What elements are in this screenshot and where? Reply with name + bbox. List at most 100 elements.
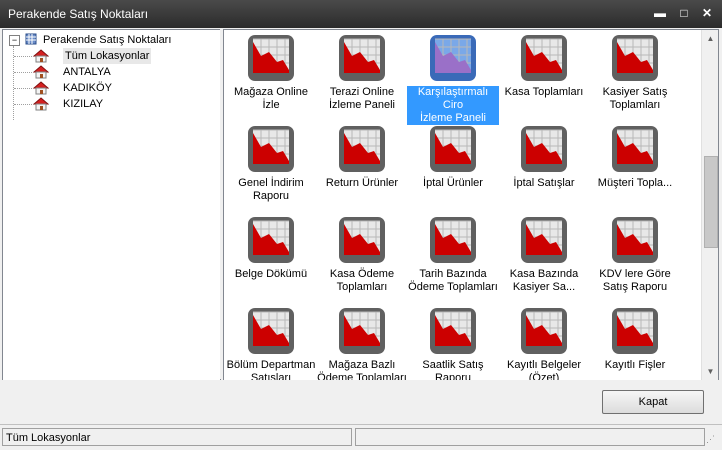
report-tile[interactable]: Kasiyer Satış Toplamları [589, 32, 681, 120]
report-chart-icon [338, 125, 386, 173]
tree-item[interactable]: KADIKÖY [63, 80, 112, 96]
report-tile[interactable]: Terazi Online İzleme Paneli [316, 32, 408, 120]
location-tree[interactable]: − Perakende Satış Noktaları Tüm Lokasyon… [2, 29, 221, 381]
report-label: Genel İndirim Raporu [225, 177, 317, 203]
report-chart-icon [520, 125, 568, 173]
report-label-line: Kasiyer Sa... [512, 281, 576, 293]
report-tile[interactable]: Bölüm Departman Satışları [225, 305, 317, 380]
tree-line [14, 56, 32, 57]
report-chart-icon [429, 307, 477, 355]
database-icon [25, 33, 37, 45]
report-tile[interactable]: Kayıtlı Belgeler (Özet) [498, 305, 590, 380]
tree-item[interactable]: KIZILAY [63, 96, 103, 112]
report-label-line: Tarih Bazında [419, 268, 487, 280]
report-label-line: Belge Dökümü [234, 268, 308, 280]
report-chart-icon [338, 34, 386, 82]
app-window: Perakende Satış Noktaları ▬ □ ✕ − Perake… [0, 0, 722, 450]
close-icon[interactable]: ✕ [699, 6, 715, 20]
report-chart-icon [247, 34, 295, 82]
report-tile[interactable]: Genel İndirim Raporu [225, 123, 317, 211]
report-label-line: Kasa Bazında [509, 268, 579, 280]
report-chart-icon [611, 125, 659, 173]
report-label-line: Terazi Online [329, 86, 395, 98]
vertical-scrollbar[interactable]: ▲ ▼ [701, 30, 718, 380]
tree-line [14, 104, 32, 105]
minimize-icon[interactable]: ▬ [652, 6, 668, 20]
tree-item[interactable]: Tüm Lokasyonlar [63, 48, 152, 64]
report-label-line: KDV lere Göre [599, 268, 671, 280]
window-title: Perakende Satış Noktaları [8, 7, 149, 21]
report-label-line: Raporu [252, 190, 290, 202]
report-label-line: Mağaza Bazlı [328, 359, 396, 371]
report-label: Return Ürünler [316, 177, 408, 190]
report-tile[interactable]: Return Ürünler [316, 123, 408, 211]
report-label: Müşteri Topla... [589, 177, 681, 190]
tree-root[interactable]: Perakende Satış Noktaları [43, 32, 171, 48]
report-tile[interactable]: Saatlik Satış Raporu [407, 305, 499, 380]
report-tile[interactable]: Mağaza Online İzle [225, 32, 317, 120]
report-label-line: Mağaza Online [234, 86, 308, 98]
report-tile[interactable]: KDV lere Göre Satış Raporu [589, 214, 681, 302]
report-tile[interactable]: Kasa Ödeme Toplamları [316, 214, 408, 302]
report-label-line: Saatlik Satış [422, 359, 484, 371]
status-info [355, 428, 705, 446]
report-label-line: Genel İndirim [238, 177, 304, 189]
report-tile[interactable]: Kasa Toplamları [498, 32, 590, 120]
scroll-down-icon[interactable]: ▼ [702, 363, 718, 380]
report-chart-icon [338, 307, 386, 355]
report-label: KDV lere Göre Satış Raporu [589, 268, 681, 294]
tree-line [14, 88, 32, 89]
report-chart-icon [611, 216, 659, 264]
report-chart-icon [338, 216, 386, 264]
status-location: Tüm Lokasyonlar [2, 428, 352, 446]
report-tile[interactable]: Belge Dökümü [225, 214, 317, 302]
report-label-line: Karşılaştırmalı Ciro [417, 86, 489, 111]
report-tile[interactable]: Kasa Bazında Kasiyer Sa... [498, 214, 590, 302]
store-icon [32, 49, 50, 63]
report-tile[interactable]: İptal Satışlar [498, 123, 590, 211]
report-label-line: Toplamları [609, 99, 661, 111]
report-chart-icon [247, 216, 295, 264]
report-tile[interactable]: İptal Ürünler [407, 123, 499, 211]
report-chart-icon [520, 307, 568, 355]
report-label-line: İzle [262, 99, 280, 111]
report-tile[interactable]: Müşteri Topla... [589, 123, 681, 211]
report-tile[interactable]: Karşılaştırmalı Ciro İzleme Paneli [407, 32, 499, 125]
tree-item[interactable]: ANTALYA [63, 64, 111, 80]
report-chart-icon [520, 216, 568, 264]
report-label-line: Return Ürünler [325, 177, 399, 189]
report-label: Karşılaştırmalı Ciro İzleme Paneli [407, 86, 499, 125]
report-label: Kayıtlı Belgeler (Özet) [498, 359, 590, 380]
report-label: Tarih Bazında Ödeme Toplamları [407, 268, 499, 294]
report-tile[interactable]: Kayıtlı Fişler [589, 305, 681, 380]
scroll-up-icon[interactable]: ▲ [702, 30, 718, 47]
tree-line [13, 46, 14, 120]
report-label: Mağaza Online İzle [225, 86, 317, 112]
report-chart-icon [429, 125, 477, 173]
store-icon [32, 81, 50, 95]
report-label-line: Kasiyer Satış [602, 86, 668, 98]
report-label: Kasa Ödeme Toplamları [316, 268, 408, 294]
maximize-icon[interactable]: □ [676, 6, 692, 20]
report-label-line: Satış Raporu [602, 281, 668, 293]
collapse-icon[interactable]: − [9, 35, 20, 46]
report-label: Bölüm Departman Satışları [225, 359, 317, 380]
report-chart-icon [429, 34, 477, 82]
tree-line [14, 72, 32, 73]
button-bar: Kapat [2, 380, 720, 424]
report-chart-icon [429, 216, 477, 264]
report-label: Kayıtlı Fişler [589, 359, 681, 372]
report-label: İptal Ürünler [407, 177, 499, 190]
title-bar[interactable]: Perakende Satış Noktaları ▬ □ ✕ [0, 0, 722, 28]
report-label-line: Kasa Ödeme [329, 268, 395, 280]
report-label: Saatlik Satış Raporu [407, 359, 499, 380]
report-label-line: Toplamları [336, 281, 388, 293]
report-label-line: Ödeme Toplamları [408, 281, 498, 293]
report-label-line: Kayıtlı Belgeler [507, 359, 581, 371]
close-button[interactable]: Kapat [602, 390, 704, 414]
resize-grip-icon[interactable]: ⋰ [706, 433, 718, 445]
report-tile[interactable]: Mağaza Bazlı Ödeme Toplamları [316, 305, 408, 380]
report-label-line: Müşteri Topla... [597, 177, 673, 189]
report-tile[interactable]: Tarih Bazında Ödeme Toplamları [407, 214, 499, 302]
scroll-thumb[interactable] [704, 156, 718, 248]
